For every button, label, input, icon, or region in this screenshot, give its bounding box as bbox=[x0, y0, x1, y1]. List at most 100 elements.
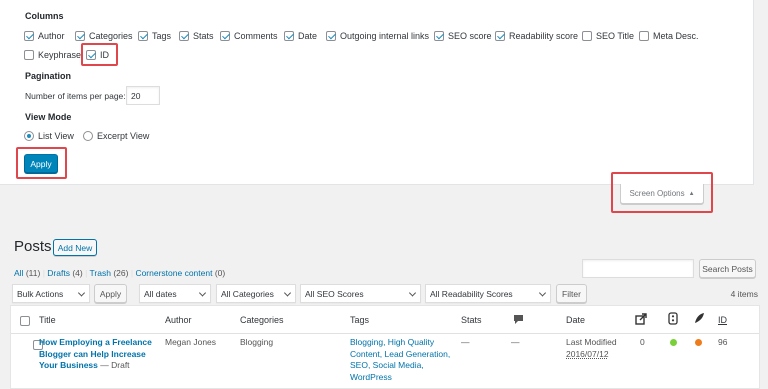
post-category-link[interactable]: Blogging bbox=[240, 337, 273, 349]
bulk-actions-select[interactable]: Bulk Actions bbox=[12, 284, 90, 303]
column-label: Tags bbox=[152, 31, 172, 41]
chevron-down-icon bbox=[283, 288, 292, 297]
column-toggle-date[interactable]: Date bbox=[284, 31, 317, 41]
column-header-id[interactable]: ID bbox=[718, 315, 727, 325]
post-id: 96 bbox=[718, 337, 728, 347]
column-label: Keyphrase bbox=[38, 50, 82, 60]
search-posts-button[interactable]: Search Posts bbox=[699, 259, 756, 278]
post-stats: — bbox=[461, 337, 470, 347]
checkbox[interactable] bbox=[639, 31, 649, 41]
checkbox[interactable] bbox=[24, 50, 34, 60]
column-header-title[interactable]: Title bbox=[39, 315, 56, 325]
column-label: Stats bbox=[193, 31, 214, 41]
post-comments: — bbox=[511, 337, 520, 347]
separator: | bbox=[130, 268, 134, 278]
filter-cornerstone-link[interactable]: Cornerstone content bbox=[135, 268, 212, 278]
checkbox[interactable] bbox=[434, 31, 444, 41]
checkbox[interactable] bbox=[138, 31, 148, 41]
items-per-page-input[interactable]: 20 bbox=[126, 86, 160, 105]
categories-filter-value: All Categories bbox=[221, 288, 274, 299]
bulk-apply-button[interactable]: Apply bbox=[94, 284, 127, 303]
column-label: Author bbox=[38, 31, 65, 41]
comment-bubble-icon bbox=[513, 314, 524, 327]
seo-score-icon bbox=[668, 312, 678, 327]
post-title-link-line[interactable]: Your Business bbox=[39, 360, 98, 370]
radio-button[interactable] bbox=[83, 131, 93, 141]
checkbox[interactable] bbox=[495, 31, 505, 41]
post-status-filters: All (11) | Drafts (4) | Trash (26) | Cor… bbox=[14, 268, 225, 278]
column-toggle-outgoing-links[interactable]: Outgoing internal links bbox=[326, 31, 429, 41]
posts-table: Title Author Categories Tags Stats Date … bbox=[10, 305, 760, 389]
checkbox[interactable] bbox=[75, 31, 85, 41]
chevron-down-icon bbox=[77, 288, 86, 297]
readability-filter-select[interactable]: All Readability Scores bbox=[425, 284, 551, 303]
table-row-title: How Employing a Freelance Blogger can He… bbox=[39, 337, 164, 372]
column-toggle-readability[interactable]: Readability score bbox=[495, 31, 578, 41]
checkbox[interactable] bbox=[24, 31, 34, 41]
column-label: Readability score bbox=[509, 31, 579, 41]
view-mode-label: List View bbox=[38, 131, 74, 141]
column-label: SEO Title bbox=[596, 31, 635, 41]
column-header-stats: Stats bbox=[461, 315, 482, 325]
column-header-tags: Tags bbox=[350, 315, 370, 325]
post-title-link-line[interactable]: How Employing a Freelance bbox=[39, 337, 164, 349]
id-highlight-box bbox=[81, 43, 118, 66]
readability-score-indicator bbox=[695, 339, 702, 346]
column-toggle-seo-title[interactable]: SEO Title bbox=[582, 31, 634, 41]
tag-links-line[interactable]: Blogging, High Quality bbox=[350, 337, 460, 349]
filter-all-link[interactable]: All bbox=[14, 268, 23, 278]
tag-links-line[interactable]: WordPress bbox=[350, 372, 460, 384]
column-toggle-meta-desc[interactable]: Meta Desc. bbox=[639, 31, 699, 41]
bulk-actions-value: Bulk Actions bbox=[17, 288, 64, 299]
column-toggle-comments[interactable]: Comments bbox=[220, 31, 278, 41]
view-mode-excerpt[interactable]: Excerpt View bbox=[83, 131, 149, 141]
column-label: Outgoing internal links bbox=[340, 31, 430, 41]
tag-links-line[interactable]: Content, Lead Generation, bbox=[350, 349, 460, 361]
checkbox[interactable] bbox=[326, 31, 336, 41]
pagination-heading: Pagination bbox=[25, 71, 72, 81]
chevron-down-icon bbox=[198, 288, 207, 297]
column-label: Date bbox=[298, 31, 318, 41]
column-toggle-tags[interactable]: Tags bbox=[138, 31, 171, 41]
column-label: Comments bbox=[234, 31, 278, 41]
column-toggle-stats[interactable]: Stats bbox=[179, 31, 214, 41]
select-all-checkbox[interactable] bbox=[20, 315, 30, 326]
column-toggle-author[interactable]: Author bbox=[24, 31, 65, 41]
screen-options-panel: Columns Author Categories Tags Stats Com… bbox=[0, 0, 754, 185]
checkbox[interactable] bbox=[220, 31, 230, 41]
column-toggle-categories[interactable]: Categories bbox=[75, 31, 133, 41]
add-new-button[interactable]: Add New bbox=[53, 239, 97, 256]
column-label: SEO score bbox=[448, 31, 492, 41]
column-header-date[interactable]: Date bbox=[566, 315, 585, 325]
readability-filter-value: All Readability Scores bbox=[430, 288, 513, 299]
dates-filter-select[interactable]: All dates bbox=[139, 284, 211, 303]
date-value: 2016/07/12 bbox=[566, 348, 609, 359]
column-label: Categories bbox=[89, 31, 133, 41]
filter-count: (4) bbox=[72, 268, 83, 278]
post-state: — Draft bbox=[100, 360, 130, 370]
outgoing-links-count: 0 bbox=[640, 337, 645, 347]
page-title: Posts bbox=[14, 238, 52, 255]
search-posts-input[interactable] bbox=[582, 259, 694, 278]
separator: | bbox=[42, 268, 45, 278]
seo-scores-filter-select[interactable]: All SEO Scores bbox=[300, 284, 421, 303]
column-toggle-keyphrase[interactable]: Keyphrase bbox=[24, 50, 81, 60]
filter-button[interactable]: Filter bbox=[556, 284, 587, 303]
readability-score-icon bbox=[693, 312, 705, 326]
column-toggle-seo-score[interactable]: SEO score bbox=[434, 31, 492, 41]
item-count: 4 items bbox=[730, 289, 758, 299]
screen-options-highlight-box bbox=[611, 172, 713, 213]
categories-filter-select[interactable]: All Categories bbox=[216, 284, 296, 303]
filter-trash-link[interactable]: Trash bbox=[90, 268, 111, 278]
post-title-link-line[interactable]: Blogger can Help Increase bbox=[39, 349, 164, 361]
date-status: Last Modified bbox=[566, 337, 617, 347]
radio-button[interactable] bbox=[24, 131, 34, 141]
view-mode-list[interactable]: List View bbox=[24, 131, 74, 141]
view-mode-heading: View Mode bbox=[25, 112, 72, 122]
checkbox[interactable] bbox=[179, 31, 189, 41]
checkbox[interactable] bbox=[582, 31, 592, 41]
tag-links-line[interactable]: SEO, Social Media, bbox=[350, 360, 460, 372]
post-author-link[interactable]: Megan Jones bbox=[165, 337, 216, 349]
checkbox[interactable] bbox=[284, 31, 294, 41]
filter-drafts-link[interactable]: Drafts bbox=[47, 268, 70, 278]
